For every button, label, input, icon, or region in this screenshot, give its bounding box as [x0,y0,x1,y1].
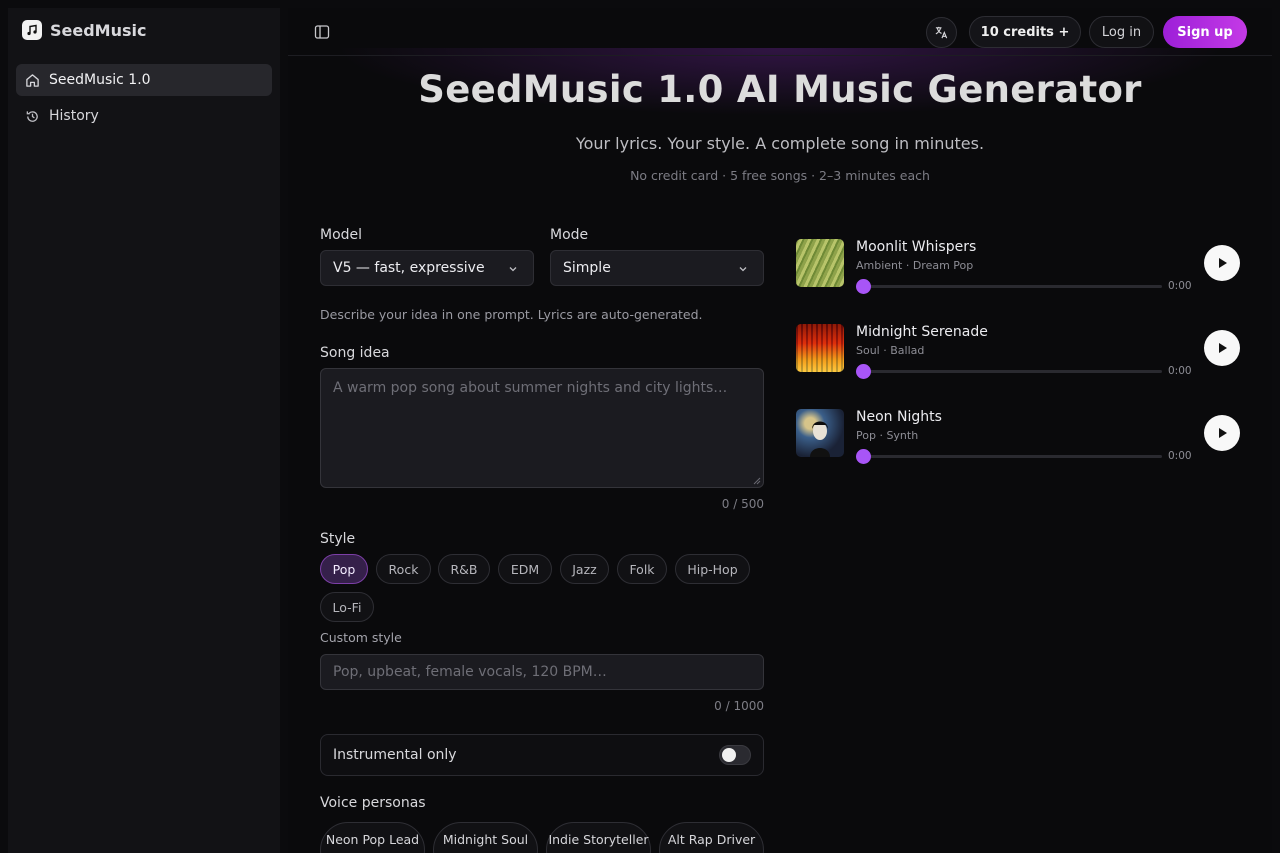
track-progress[interactable] [864,285,1162,288]
track-item: Moonlit Whispers Ambient · Dream Pop 0:0… [796,239,1240,299]
track-progress-handle[interactable] [856,364,871,379]
style-chip-jazz[interactable]: Jazz [560,554,609,584]
music-note-icon [22,20,42,40]
instrumental-toggle-row[interactable]: Instrumental only [320,734,764,776]
style-chip-folk[interactable]: Folk [617,554,667,584]
page-title: SeedMusic 1.0 AI Music Generator [418,68,1142,111]
track-item: Neon Nights Pop · Synth 0:00 [796,409,1240,469]
track-genre: Ambient · Dream Pop [856,259,974,272]
signup-button[interactable]: Sign up [1163,16,1247,48]
sidebar-toggle-icon[interactable] [314,24,330,40]
persona-card[interactable]: Neon Pop Lead [320,822,425,853]
style-chip-edm[interactable]: EDM [498,554,552,584]
track-time: 0:00 [1168,280,1192,292]
track-progress[interactable] [864,370,1162,373]
track-progress-handle[interactable] [856,449,871,464]
track-time: 0:00 [1168,450,1192,462]
login-button[interactable]: Log in [1089,16,1154,48]
style-chip-rock[interactable]: Rock [376,554,431,584]
persona-card[interactable]: Indie Storyteller [546,822,651,853]
sidebar-item-label: History [49,108,99,124]
home-icon [26,73,39,87]
chevron-down-icon [509,267,517,272]
play-button[interactable] [1204,415,1240,451]
switch-knob [722,748,736,762]
instrumental-label: Instrumental only [333,747,457,763]
main-panel: 10 credits + Log in Sign up SeedMusic 1.… [288,8,1272,853]
custom-style-label: Custom style [320,630,402,645]
topbar: 10 credits + Log in Sign up [288,8,1272,56]
play-button[interactable] [1204,330,1240,366]
language-button[interactable] [926,17,957,48]
mode-select[interactable]: Simple [550,250,764,286]
custom-style-input[interactable]: Pop, upbeat, female vocals, 120 BPM… [320,654,764,690]
track-progress-handle[interactable] [856,279,871,294]
play-icon [1219,343,1227,353]
mode-hint: Describe your idea in one prompt. Lyrics… [320,307,703,322]
page-note: No credit card · 5 free songs · 2–3 minu… [630,168,930,183]
sidebar: SeedMusic SeedMusic 1.0 History [8,8,280,853]
chevron-down-icon [739,267,747,272]
mode-select-value: Simple [563,260,611,276]
mode-label: Mode [550,227,589,243]
song-idea-counter: 0 / 500 [721,497,764,511]
play-icon [1219,428,1227,438]
song-idea-placeholder: A warm pop song about summer nights and … [333,380,728,396]
voice-personas-label: Voice personas [320,795,426,811]
brand-name: SeedMusic [50,20,147,40]
brand[interactable]: SeedMusic [22,20,146,40]
model-select[interactable]: V5 — fast, expressive [320,250,534,286]
sidebar-item-label: SeedMusic 1.0 [49,72,151,88]
custom-style-placeholder: Pop, upbeat, female vocals, 120 BPM… [333,664,607,680]
persona-card[interactable]: Alt Rap Driver [659,822,764,853]
play-button[interactable] [1204,245,1240,281]
credits-button[interactable]: 10 credits + [969,16,1081,48]
style-label: Style [320,531,356,547]
track-cover [796,239,844,287]
page-subtitle: Your lyrics. Your style. A complete song… [575,134,985,153]
style-chip-pop[interactable]: Pop [320,554,368,584]
persona-card[interactable]: Midnight Soul [433,822,538,853]
model-label: Model [320,227,363,243]
resize-handle-icon[interactable] [753,477,761,485]
track-cover [796,324,844,372]
style-chip-lofi[interactable]: Lo-Fi [320,592,374,622]
custom-style-counter: 0 / 1000 [714,699,764,713]
history-icon [26,110,38,122]
sidebar-item-history[interactable]: History [16,100,272,132]
play-icon [1219,258,1227,268]
track-genre: Pop · Synth [856,429,919,442]
track-cover [796,409,844,457]
track-title: Moonlit Whispers [856,239,977,255]
translate-icon [935,26,948,39]
track-title: Midnight Serenade [856,324,988,340]
track-progress[interactable] [864,455,1162,458]
track-title: Neon Nights [856,409,942,425]
style-chip-hiphop[interactable]: Hip-Hop [675,554,750,584]
song-idea-textarea[interactable]: A warm pop song about summer nights and … [320,368,764,488]
track-time: 0:00 [1168,365,1192,377]
track-item: Midnight Serenade Soul · Ballad 0:00 [796,324,1240,384]
track-genre: Soul · Ballad [856,344,925,357]
instrumental-switch[interactable] [719,745,751,765]
sidebar-item-seedmusic[interactable]: SeedMusic 1.0 [16,64,272,96]
model-select-value: V5 — fast, expressive [333,260,485,276]
style-chip-rnb[interactable]: R&B [438,554,490,584]
song-idea-label: Song idea [320,345,390,361]
